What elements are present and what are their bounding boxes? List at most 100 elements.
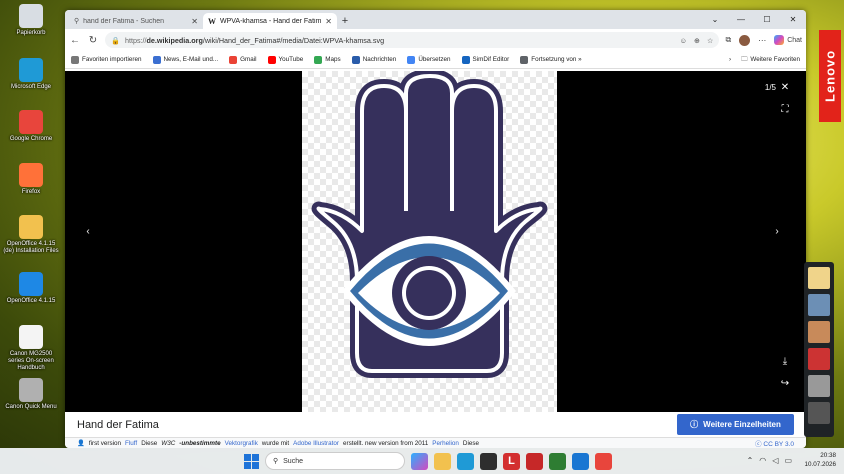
new-tab-button[interactable]: + (337, 13, 353, 29)
canon-quick-menu-icon (19, 378, 43, 402)
download-icon[interactable]: ⤓ (776, 353, 794, 371)
more-details-button[interactable]: ⓘ Weitere Einzelheiten (677, 414, 794, 435)
favorite-star-icon[interactable]: ☆ (707, 36, 713, 45)
khamsa-image (302, 69, 557, 412)
tab-title: hand der Fatima - Suchen (83, 17, 165, 25)
desktop-icon-label: OpenOffice 4.1.15 (6, 298, 56, 304)
fullscreen-icon[interactable]: ⛶ (776, 101, 794, 119)
info-icon: ⓘ (690, 420, 699, 429)
folder-icon (19, 215, 43, 239)
favorite-item[interactable]: Maps (314, 55, 341, 64)
desktop-icon[interactable]: Papierkorb (2, 4, 60, 37)
favorite-item[interactable]: Favoriten importieren (71, 55, 142, 64)
desktop-icon[interactable]: OpenOffice 4.1.15 (de) Installation File… (2, 215, 60, 255)
other-favorites[interactable]: 🗀 Weitere Favoriten (741, 54, 800, 65)
reload-button[interactable]: ↻ (87, 35, 99, 46)
desktop-icon-label: Canon MG2500 series On-screen Handbuch (8, 351, 54, 371)
dock-app-icon[interactable] (808, 402, 830, 424)
file-explorer-icon[interactable] (434, 452, 451, 470)
favorite-item[interactable]: Fortsetzung von » (520, 55, 582, 64)
desktop-icon-label: Canon Quick Menu (5, 404, 57, 410)
wikipedia-icon: W (208, 16, 216, 26)
copilot-chat-button[interactable]: Chat (774, 35, 802, 45)
chrome-icon[interactable] (595, 452, 612, 470)
dock-app-icon[interactable] (808, 348, 830, 370)
dock-app-icon[interactable] (808, 375, 830, 397)
tab-search[interactable]: ⚲ hand der Fatima - Suchen ✕ (69, 13, 203, 29)
taskbar-search[interactable]: ⚲ Suche (265, 452, 405, 470)
desktop-icon[interactable]: Canon MG2500 series On-screen Handbuch (2, 325, 60, 372)
avatar[interactable] (739, 34, 751, 46)
battery-icon[interactable]: ▭ (784, 456, 792, 465)
folder-icon: 🗀 (741, 56, 748, 63)
favorite-item[interactable]: Nachrichten (351, 55, 396, 64)
side-dock (804, 262, 834, 437)
close-tab-icon[interactable]: ✕ (191, 17, 198, 26)
copilot-icon (774, 35, 785, 45)
zoom-icon[interactable]: ⊕ (694, 36, 700, 45)
share-icon[interactable]: ↪ (776, 375, 794, 393)
dock-app-icon[interactable] (808, 267, 830, 289)
desktop-icon-label: Papierkorb (16, 30, 46, 36)
desktop-icon[interactable]: Canon Quick Menu (2, 378, 60, 411)
clock[interactable]: 20:38 10.07.2026 (804, 451, 836, 469)
chrome-icon (19, 110, 43, 134)
copilot-icon[interactable] (411, 452, 428, 470)
chevron-up-icon[interactable]: ⌃ (747, 456, 754, 465)
edge-icon[interactable] (457, 452, 474, 470)
close-viewer-button[interactable]: ✕ (776, 79, 794, 97)
favorite-item[interactable]: News, E-Mail und... (152, 55, 218, 64)
adobe-illustrator-link[interactable]: Adobe Illustrator (293, 440, 339, 447)
dock-app-icon[interactable] (808, 321, 830, 343)
favorite-icon (314, 55, 323, 64)
taskbar: ⚲ Suche L ⌃ ◠ ◁ ▭ 20:38 10.07.2026 (0, 448, 844, 474)
maximize-button[interactable]: ☐ (754, 10, 780, 29)
minimize-button[interactable]: — (728, 10, 754, 29)
next-image-button[interactable]: › (768, 223, 786, 241)
favorite-item[interactable]: YouTube (267, 55, 303, 64)
favorite-icon (351, 55, 360, 64)
favorite-item[interactable]: Übersetzen (407, 55, 451, 64)
lenovo-vantage-icon[interactable]: L (503, 452, 520, 470)
volume-icon[interactable]: ◁ (772, 456, 778, 465)
back-button[interactable]: ← (69, 35, 81, 46)
mail-icon[interactable] (572, 452, 589, 470)
vektorgrafik-link[interactable]: Vektorgrafik (225, 440, 258, 447)
desktop-icon[interactable]: Microsoft Edge (2, 58, 60, 91)
browser-window: ⚲ hand der Fatima - Suchen ✕ W WPVA-kham… (65, 10, 806, 448)
collections-icon[interactable]: ⧉ (725, 35, 731, 45)
store-icon[interactable] (480, 452, 497, 470)
chevron-down-icon[interactable]: ⌄ (702, 10, 728, 29)
read-aloud-icon[interactable]: ☺ (680, 36, 687, 45)
window-controls: ⌄ — ☐ ✕ (702, 10, 806, 29)
dock-app-icon[interactable] (808, 294, 830, 316)
desktop-icon[interactable]: Firefox (2, 163, 60, 196)
desktop-icon[interactable]: OpenOffice 4.1.15 (2, 272, 60, 305)
tab-wikipedia[interactable]: W WPVA-khamsa - Hand der Fatima ✕ (203, 13, 337, 29)
more-menu-icon[interactable]: ⋯ (758, 36, 766, 45)
mcafee-icon[interactable] (526, 452, 543, 470)
system-tray: ⌃ ◠ ◁ ▭ (747, 456, 792, 465)
user-icon: 👤 (77, 440, 85, 447)
calculator-icon[interactable] (549, 452, 566, 470)
desktop-icon[interactable]: Google Chrome (2, 110, 60, 143)
favorite-item[interactable]: Gmail (229, 55, 257, 64)
chevron-right-icon[interactable]: › (729, 56, 731, 63)
attribution-bar: 👤 first version Fluff Diese W3C -unbestim… (65, 437, 806, 448)
desktop-icon-label: Microsoft Edge (10, 84, 52, 90)
author-link-fluff[interactable]: Fluff (125, 440, 137, 447)
close-tab-icon[interactable]: ✕ (325, 17, 332, 26)
favorite-icon (71, 55, 79, 64)
close-button[interactable]: ✕ (780, 10, 806, 29)
wifi-icon[interactable]: ◠ (759, 456, 766, 465)
firefox-icon (19, 163, 43, 187)
author-link-perhelion[interactable]: Perhelion (432, 440, 459, 447)
address-bar[interactable]: 🔒 https://de.wikipedia.org/wiki/Hand_der… (105, 32, 720, 48)
previous-image-button[interactable]: ‹ (79, 223, 97, 241)
windows-start-icon[interactable] (244, 453, 259, 469)
desktop-icon-label: Google Chrome (9, 136, 53, 142)
favorite-item[interactable]: SimDif Editor (461, 55, 509, 64)
license-link[interactable]: ⓒ CC BY 3.0 (755, 438, 794, 448)
favorites-bar: Favoriten importieren News, E-Mail und...… (65, 51, 806, 69)
favorite-icon (407, 55, 416, 64)
